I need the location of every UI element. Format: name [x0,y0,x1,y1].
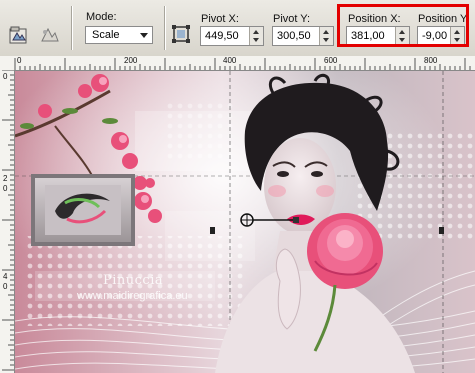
pivot-y-stepper[interactable] [319,27,333,45]
transform-icon [170,23,192,48]
preset-button[interactable] [6,24,32,50]
reset-button[interactable] [36,24,62,50]
free-transform-button[interactable] [168,22,194,48]
artwork [15,71,475,373]
tool-options-bar: Mode: Scale Pivot X: 449,50 Pivot Y: 300… [0,0,475,57]
watermark-site: www.maidiregrafica.eu [77,290,188,302]
watermark-name: Pinuccia [103,273,164,288]
pivot-y-field[interactable]: 300,50 [272,26,334,46]
pivot-x-value: 449,50 [205,30,239,42]
vruler-label-d: 4 [3,272,8,281]
preset-icon [8,25,30,50]
vruler-label-a: 0 [3,72,8,81]
ruler-label-0: 0 [17,56,22,65]
horizontal-ruler: 0 200 400 600 800 [0,56,475,71]
image-canvas[interactable]: Pinuccia www.maidiregrafica.eu [15,71,475,373]
vruler-label-e: 0 [3,282,8,291]
pivot-y-value: 300,50 [277,30,311,42]
vruler-label-c: 0 [3,184,8,193]
pivot-x-stepper[interactable] [249,27,263,45]
chevron-down-icon [140,33,148,38]
pivot-y-label: Pivot Y: [273,13,311,25]
ruler-label-400: 400 [223,56,237,65]
pivot-x-label: Pivot X: [201,13,239,25]
thumbnail-frame [31,174,135,246]
vertical-ruler: 0 2 0 4 0 [0,70,15,373]
reset-icon [38,25,60,50]
mode-label: Mode: [86,11,117,23]
ruler-label-200: 200 [124,56,138,65]
mode-value: Scale [92,29,120,41]
mode-select[interactable]: Scale [85,26,153,44]
ruler-label-600: 600 [324,56,338,65]
ruler-label-800: 800 [424,56,438,65]
pivot-x-field[interactable]: 449,50 [200,26,264,46]
vruler-label-b: 2 [3,174,8,183]
position-highlight-frame [337,4,469,47]
